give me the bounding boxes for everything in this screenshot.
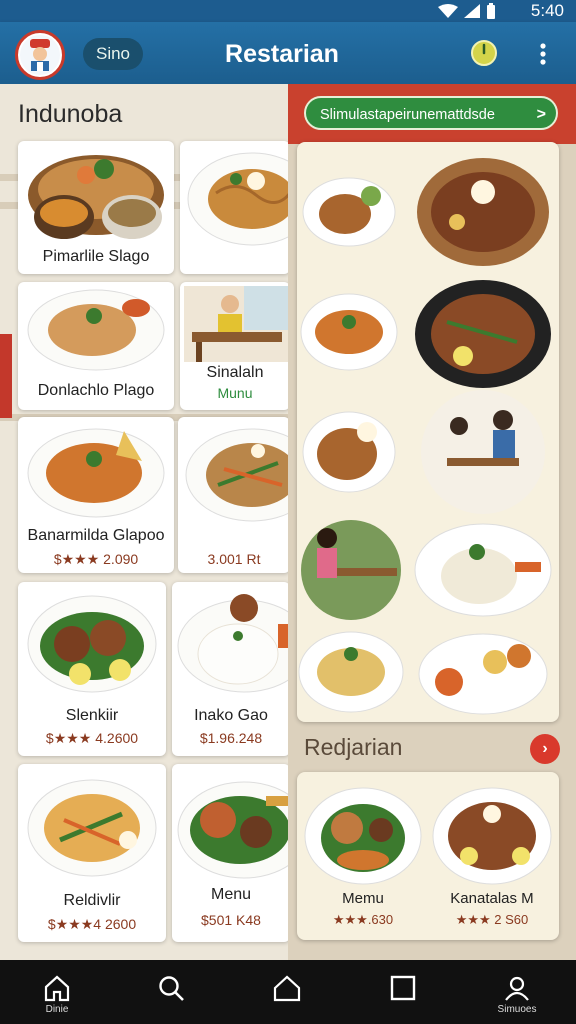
dish-grilled-meat-image <box>27 595 157 693</box>
timer-button[interactable] <box>470 39 498 67</box>
card-name: Donlachlo Plago <box>37 382 155 399</box>
menu-card[interactable]: 3.001 Rt <box>178 417 290 573</box>
nav-home[interactable]: Dinie <box>22 960 92 1024</box>
card-price: $★★★ 2.090 <box>53 551 139 567</box>
left-menu-panel: Indunoba Pimarlile Slago Donlachlo Plago <box>0 84 290 960</box>
status-bar: 5:40 <box>0 0 576 22</box>
dish-rice-image <box>27 289 165 371</box>
card-name: Slenkiir <box>65 707 119 724</box>
more-options-button[interactable] <box>530 40 556 68</box>
search-icon <box>159 976 184 1001</box>
dish-rice-chicken-image <box>177 594 290 693</box>
card-price: 3.001 Rt <box>207 551 261 567</box>
app-bar: Sino Restarian <box>0 22 576 84</box>
chef-mascot-icon <box>20 35 60 75</box>
home-icon <box>44 975 70 1002</box>
gallery-dish-images <box>298 158 552 715</box>
more-vert-icon <box>540 43 546 65</box>
square-icon <box>390 975 416 1001</box>
promo-banner: Slimulastapeirunemattdsde > <box>288 84 576 144</box>
card-price: Munu <box>217 385 253 401</box>
nav-home-label: Dinie <box>45 1004 69 1015</box>
dish-gallery <box>297 142 559 722</box>
card-price: $1.96.248 <box>199 730 263 746</box>
card-price: $★★★ 4.2600 <box>45 730 139 746</box>
status-icons <box>438 3 496 19</box>
featured-name: Memu <box>342 890 384 907</box>
nav-recents[interactable] <box>368 960 438 1024</box>
menu-card[interactable]: Menu $501 K48 <box>172 764 290 942</box>
featured-price: ★★★ 2 S60 <box>455 912 529 927</box>
side-tab-marker <box>0 334 12 418</box>
right-promo-panel: Slimulastapeirunemattdsde > Redjarian › … <box>288 84 576 960</box>
dish-noodles-image <box>187 152 290 246</box>
menu-card[interactable]: Donlachlo Plago <box>18 282 174 410</box>
bottom-nav: Dinie Simuoes <box>0 960 576 1024</box>
menu-card[interactable]: Inako Gao $1.96.248 <box>172 582 290 756</box>
card-name: Pimarlile Slago <box>42 248 150 265</box>
dish-fried-chicken-image <box>177 781 290 879</box>
card-name: Sinalaln <box>206 364 264 381</box>
section-arrow-button[interactable]: › <box>530 734 560 764</box>
clock-icon <box>471 40 497 66</box>
featured-dishes: Memu ★★★.630 Kanatalas M ★★★ 2 S60 <box>297 772 559 940</box>
featured-name: Kanatalas M <box>450 890 534 907</box>
featured-card[interactable]: Memu ★★★.630 <box>301 778 425 934</box>
card-price: $501 K48 <box>201 912 261 928</box>
card-price: $★★★4 2600 <box>47 916 137 932</box>
promo-button[interactable]: Slimulastapeirunemattdsde > <box>304 96 558 130</box>
featured-dish-image <box>432 787 552 885</box>
home-outline-icon <box>273 975 301 1002</box>
nav-profile[interactable]: Simuoes <box>482 960 552 1024</box>
profile-icon <box>505 976 529 1001</box>
dish-platter-image <box>28 155 164 239</box>
card-name: Inako Gao <box>194 707 268 724</box>
dish-salad-image <box>27 779 157 877</box>
card-name: Menu <box>210 886 252 903</box>
menu-card[interactable]: Pimarlile Slago <box>18 141 174 274</box>
card-name: Reldivlir <box>63 892 121 909</box>
diner-photo-image <box>184 286 290 362</box>
location-chip[interactable]: Sino <box>83 38 143 70</box>
featured-price: ★★★.630 <box>332 912 394 927</box>
menu-card[interactable]: Reldivlir $★★★4 2600 <box>18 764 166 942</box>
promo-label: Slimulastapeirunemattdsde <box>320 107 495 123</box>
signal-icon <box>464 4 480 18</box>
menu-card[interactable]: Banarmilda Glapoo $★★★ 2.090 <box>18 417 174 573</box>
promo-arrow-icon: > <box>536 106 546 123</box>
nav-profile-label: Simuoes <box>497 1004 537 1015</box>
page-title: Restarian <box>225 40 339 68</box>
nav-center-home[interactable] <box>252 960 322 1024</box>
status-time: 5:40 <box>530 1 564 20</box>
wifi-icon <box>438 4 458 18</box>
section-title: Indunoba <box>18 100 123 128</box>
menu-card[interactable] <box>180 141 290 274</box>
battery-icon <box>487 3 495 19</box>
menu-card[interactable]: Slenkiir $★★★ 4.2600 <box>18 582 166 756</box>
menu-card[interactable]: Sinalaln Munu <box>180 282 290 410</box>
nav-search[interactable] <box>136 960 206 1024</box>
featured-dish-image <box>304 787 422 885</box>
featured-card[interactable]: Kanatalas M ★★★ 2 S60 <box>429 778 555 934</box>
restaurant-logo[interactable] <box>15 30 65 80</box>
dish-vegetables-image <box>185 428 290 522</box>
card-name: Banarmilda Glapoo <box>27 527 165 544</box>
dish-curry-image <box>27 428 165 518</box>
section-subheader: Redjarian <box>304 734 403 760</box>
